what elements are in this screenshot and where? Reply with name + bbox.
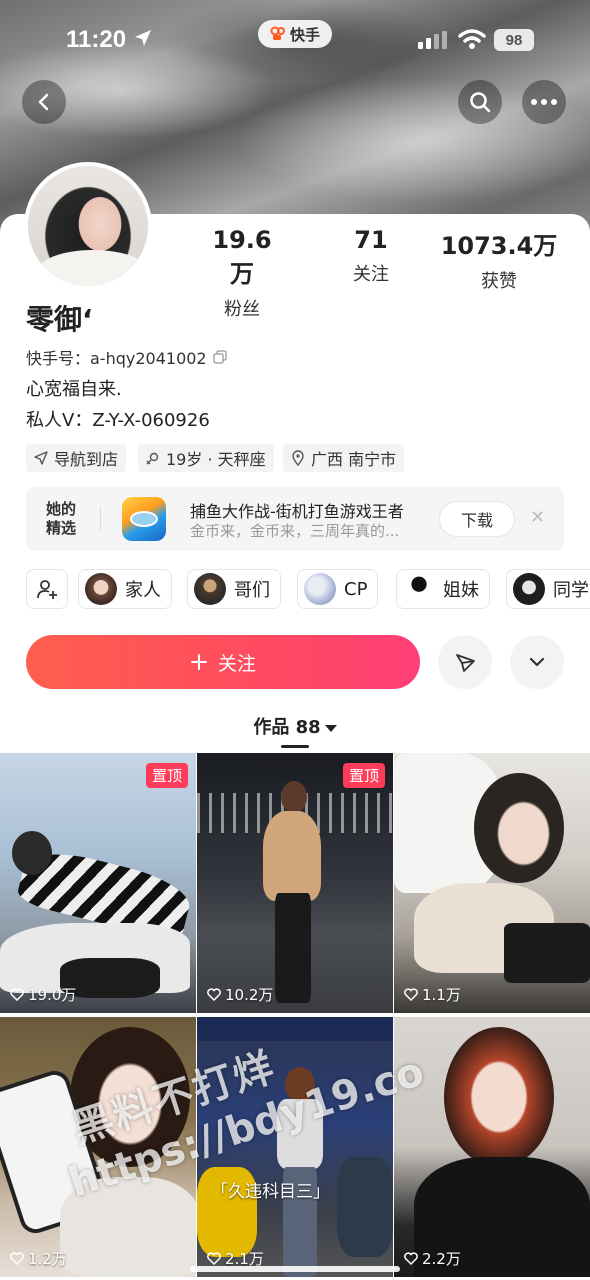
- app-indicator[interactable]: 快手: [258, 20, 332, 48]
- following-count: 71: [354, 226, 388, 254]
- following-label: 关注: [353, 264, 389, 285]
- tab-works[interactable]: 作品 88: [0, 713, 590, 739]
- video-thumbnail[interactable]: 置顶 19.0万: [0, 753, 196, 1013]
- wifi-icon: [458, 29, 486, 49]
- stat-likes[interactable]: 1073.4万 获赞: [440, 226, 558, 293]
- libra-icon: [146, 452, 159, 465]
- like-count: 2.2万: [404, 1248, 461, 1269]
- heart-icon: [207, 1252, 221, 1265]
- search-icon: [470, 92, 491, 113]
- tag-label: 广西 南宁市: [311, 450, 397, 469]
- copy-icon[interactable]: [212, 350, 227, 364]
- group-cp[interactable]: CP: [297, 569, 379, 609]
- profile-name: 零御‘: [26, 303, 93, 336]
- kuaishou-id[interactable]: 快手号：a-hqy2041002: [26, 345, 227, 369]
- follow-label: 关注: [217, 652, 256, 675]
- bio-line-1: 心宽福自来.: [26, 379, 122, 400]
- group-label: 家人: [125, 580, 161, 601]
- add-user-icon: [37, 580, 57, 599]
- heart-icon: [10, 988, 24, 1001]
- likes-count: 1073.4万: [440, 232, 558, 260]
- likes-label: 获赞: [481, 271, 517, 292]
- video-thumbnail[interactable]: 「久违科目三」 2.1万: [197, 1017, 393, 1277]
- heart-icon: [404, 988, 418, 1001]
- message-button[interactable]: [438, 635, 492, 689]
- video-thumbnail[interactable]: 置顶 10.2万: [197, 753, 393, 1013]
- group-family[interactable]: 家人: [78, 569, 172, 609]
- plus-icon: [190, 654, 207, 670]
- chevron-left-icon: [38, 93, 49, 111]
- followers-count: 19.6万: [212, 226, 272, 288]
- works-tab-label: 作品 88: [253, 717, 321, 738]
- tag-label: 19岁 · 天秤座: [166, 450, 266, 469]
- download-button[interactable]: 下载: [439, 501, 515, 537]
- tag-age-zodiac: 19岁 · 天秤座: [138, 444, 274, 472]
- pinned-badge: 置顶: [342, 763, 385, 788]
- search-button[interactable]: [458, 80, 502, 124]
- more-dots-icon: [531, 99, 557, 105]
- app-name: 快手: [289, 25, 320, 44]
- battery-indicator: 98: [494, 29, 534, 51]
- followers-label: 粉丝: [224, 299, 260, 320]
- video-thumbnail[interactable]: 1.2万: [0, 1017, 196, 1277]
- game-subtitle: 金币来，金币来，三周年真的...: [190, 522, 400, 540]
- group-avatar: [194, 573, 226, 605]
- pinned-badge: 置顶: [145, 763, 188, 788]
- tag-location: 广西 南宁市: [283, 444, 405, 472]
- group-avatar: [304, 573, 336, 605]
- expand-button[interactable]: [510, 635, 564, 689]
- profile-screen: 11:20 快手 98 19.6万 粉丝 71 关注 1073.4万 获赞 零御…: [0, 0, 590, 1280]
- tag-navigate-store[interactable]: 导航到店: [26, 444, 127, 472]
- like-count: 1.1万: [404, 984, 461, 1005]
- like-count: 1.2万: [10, 1248, 67, 1269]
- video-caption: 「久违科目三」: [211, 1182, 330, 1202]
- group-avatar: [513, 573, 545, 605]
- group-avatar: [403, 573, 435, 605]
- location-arrow-icon: [135, 30, 151, 46]
- group-bros[interactable]: 哥们: [187, 569, 281, 609]
- status-bar: 11:20 快手 98: [0, 0, 590, 80]
- stat-followers[interactable]: 19.6万 粉丝: [202, 226, 282, 321]
- kuaishou-id-text: 快手号：a-hqy2041002: [26, 349, 207, 368]
- bio-line-2: 私人V：Z-Y-X-060926: [26, 410, 210, 431]
- group-label: 同学: [553, 580, 589, 601]
- avatar[interactable]: [24, 162, 152, 290]
- heart-icon: [10, 1252, 24, 1265]
- location-pin-icon: [292, 450, 304, 466]
- divider: [100, 507, 101, 531]
- game-title: 捕鱼大作战-街机打鱼游戏王者: [190, 502, 404, 521]
- group-classmates[interactable]: 同学: [506, 569, 590, 609]
- kuaishou-logo-icon: [270, 26, 285, 40]
- cellular-signal-icon: [418, 31, 447, 49]
- stat-following[interactable]: 71 关注: [340, 226, 402, 286]
- navigation-arrow-icon: [34, 451, 48, 465]
- group-label: 姐妹: [443, 580, 479, 601]
- like-count: 10.2万: [207, 984, 273, 1005]
- status-time: 11:20: [66, 26, 127, 53]
- group-label: CP: [344, 578, 368, 600]
- tab-underline: [281, 745, 309, 748]
- video-thumbnail[interactable]: 2.2万: [394, 1017, 590, 1277]
- group-label: 哥们: [234, 580, 270, 601]
- group-sisters[interactable]: 姐妹: [396, 569, 490, 609]
- group-avatar: [85, 573, 117, 605]
- more-button[interactable]: [522, 80, 566, 124]
- game-app-icon: [122, 497, 166, 541]
- heart-icon: [404, 1252, 418, 1265]
- send-icon: [456, 654, 475, 672]
- tag-label: 导航到店: [54, 450, 119, 469]
- featured-card[interactable]: 她的精选 捕鱼大作战-街机打鱼游戏王者 金币来，金币来，三周年真的... 下载 …: [26, 487, 564, 551]
- like-count: 19.0万: [10, 984, 76, 1005]
- follow-button[interactable]: 关注: [26, 635, 420, 689]
- add-friend-button[interactable]: [26, 569, 68, 609]
- featured-label: 她的精选: [46, 500, 77, 537]
- chevron-down-icon: [529, 657, 545, 667]
- back-button[interactable]: [22, 80, 66, 124]
- video-grid: 置顶 19.0万 置顶 10.2万 1.1万 1.2万 「久违科目三」 2.1万…: [0, 753, 590, 1280]
- video-thumbnail[interactable]: 1.1万: [394, 753, 590, 1013]
- heart-icon: [207, 988, 221, 1001]
- close-icon[interactable]: ✕: [530, 507, 545, 528]
- home-indicator[interactable]: [190, 1266, 400, 1272]
- dropdown-triangle-icon: [324, 724, 337, 732]
